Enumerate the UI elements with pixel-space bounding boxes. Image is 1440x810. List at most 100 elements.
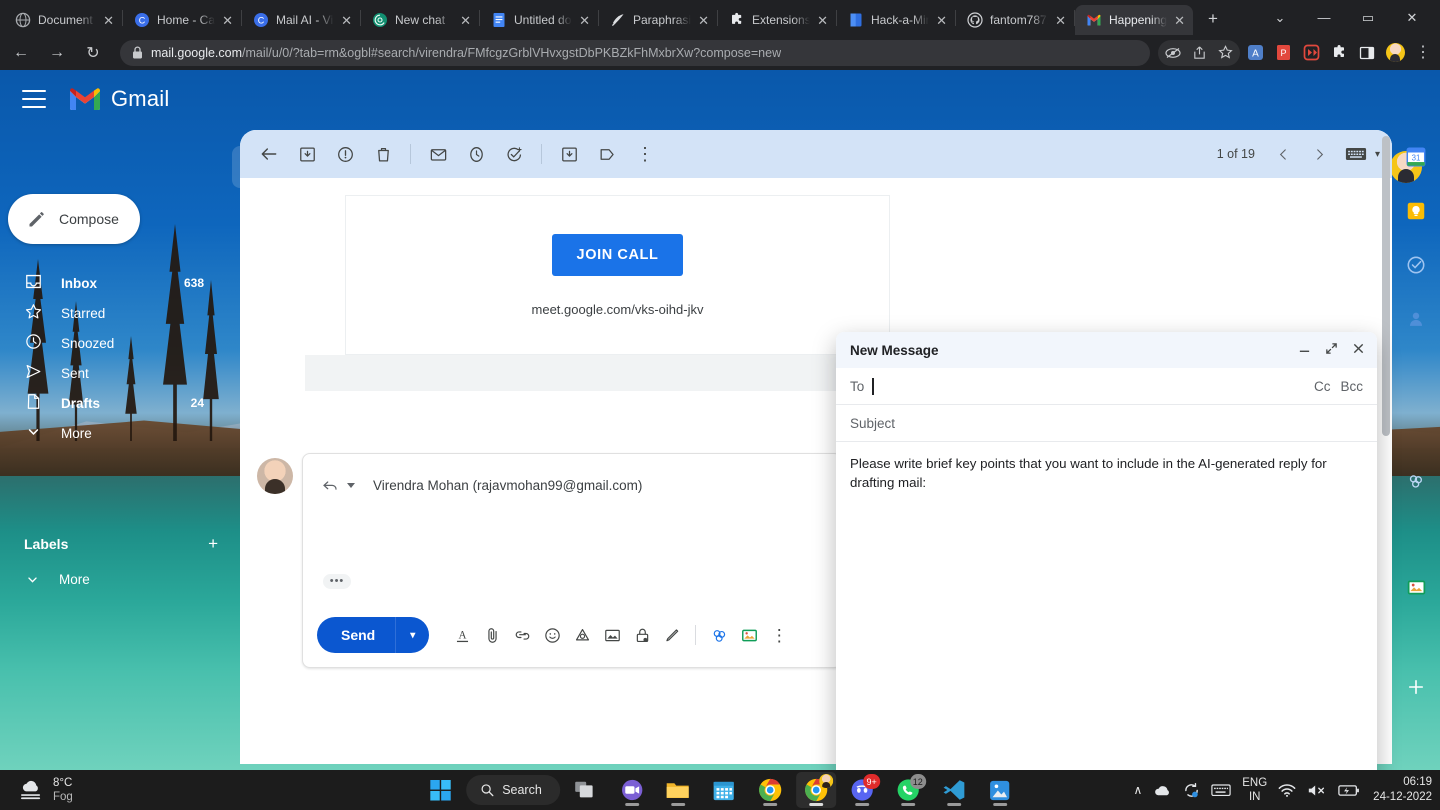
new-tab-button[interactable]: + xyxy=(1199,5,1227,33)
browser-tab[interactable]: Document ✕ xyxy=(4,5,122,35)
close-icon[interactable]: ✕ xyxy=(817,14,828,27)
browser-tab[interactable]: C Home - Car ✕ xyxy=(123,5,241,35)
insert-emoji-icon[interactable] xyxy=(537,620,567,650)
more-options-icon[interactable]: ⋮ xyxy=(764,620,794,650)
trash-icon[interactable] xyxy=(366,137,400,171)
addon-green-icon[interactable] xyxy=(734,620,764,650)
insert-link-icon[interactable] xyxy=(507,620,537,650)
profile-avatar-icon[interactable] xyxy=(1382,40,1408,66)
sidebar-item-snoozed[interactable]: Snoozed xyxy=(0,328,218,358)
gmail-logo[interactable]: Gmail xyxy=(68,86,169,112)
join-call-button[interactable]: JOIN CALL xyxy=(551,233,684,276)
close-icon[interactable]: ✕ xyxy=(1174,14,1185,27)
back-icon[interactable]: ← xyxy=(6,38,36,68)
close-icon[interactable]: ✕ xyxy=(698,14,709,27)
language-indicator[interactable]: ENG IN xyxy=(1242,776,1267,805)
discord-icon[interactable]: 9+ xyxy=(842,772,882,808)
close-icon[interactable]: ✕ xyxy=(579,14,590,27)
show-trimmed-content-button[interactable]: ••• xyxy=(323,574,351,589)
google-keep-icon[interactable] xyxy=(1392,184,1440,238)
mark-unread-icon[interactable] xyxy=(421,137,455,171)
minimize-icon[interactable] xyxy=(1298,342,1311,358)
google-contacts-icon[interactable] xyxy=(1392,292,1440,346)
compose-subject-row[interactable]: Subject xyxy=(836,405,1377,442)
close-icon[interactable]: ✕ xyxy=(936,14,947,27)
task-view-icon[interactable] xyxy=(566,772,606,808)
plus-icon[interactable]: + xyxy=(208,534,218,554)
close-icon[interactable]: ✕ xyxy=(222,14,233,27)
browser-tab[interactable]: fantom7872 ✕ xyxy=(956,5,1074,35)
addon-blue-icon[interactable] xyxy=(704,620,734,650)
close-icon[interactable] xyxy=(1352,342,1365,358)
photos-icon[interactable] xyxy=(980,772,1020,808)
sidebar-item-drafts[interactable]: Drafts 24 xyxy=(0,388,218,418)
browser-tab[interactable]: Paraphrasin ✕ xyxy=(599,5,717,35)
tray-chevron-up-icon[interactable]: ∧ xyxy=(1133,783,1142,797)
chrome-profile-icon[interactable] xyxy=(795,772,836,808)
incognito-eye-icon[interactable] xyxy=(1160,40,1186,66)
reply-recipient-row[interactable]: Virendra Mohan (rajavmohan99@gmail.com) xyxy=(303,454,841,494)
insert-drive-icon[interactable] xyxy=(567,620,597,650)
puzzle-icon[interactable] xyxy=(1326,40,1352,66)
chrome-icon[interactable] xyxy=(750,772,790,808)
calendar-icon[interactable] xyxy=(704,772,744,808)
reply-send-button[interactable]: Send ▾ xyxy=(317,617,430,653)
compose-cc-button[interactable]: Cc xyxy=(1314,379,1331,394)
text-format-icon[interactable]: A xyxy=(447,620,477,650)
close-icon[interactable]: ✕ xyxy=(103,14,114,27)
compose-to-row[interactable]: To Cc Bcc xyxy=(836,368,1377,405)
compose-bcc-button[interactable]: Bcc xyxy=(1340,379,1363,394)
video-downloader-icon[interactable] xyxy=(1298,40,1324,66)
file-explorer-icon[interactable] xyxy=(658,772,698,808)
keyboard-caret-icon[interactable]: ▾ xyxy=(1375,149,1380,160)
close-icon[interactable]: ✕ xyxy=(341,14,352,27)
attach-file-icon[interactable] xyxy=(477,620,507,650)
compose-button[interactable]: Compose xyxy=(8,194,140,244)
taskbar-weather-widget[interactable]: 8°C Fog xyxy=(18,776,73,805)
browser-tab[interactable]: C Mail AI - Vi ✕ xyxy=(242,5,360,35)
window-minimize-button[interactable]: — xyxy=(1302,3,1346,33)
add-to-tasks-icon[interactable] xyxy=(497,137,531,171)
keyboard-icon[interactable] xyxy=(1339,137,1373,171)
taskbar-search-button[interactable]: Search xyxy=(466,775,560,805)
snooze-clock-icon[interactable] xyxy=(459,137,493,171)
browser-tab[interactable]: New chat ✕ xyxy=(361,5,479,35)
back-arrow-icon[interactable] xyxy=(252,137,286,171)
onedrive-icon[interactable] xyxy=(1153,783,1172,797)
compose-body[interactable]: Please write brief key points that you w… xyxy=(836,442,1377,770)
tab-search-button[interactable]: ⌄ xyxy=(1258,3,1302,33)
chevron-right-icon[interactable] xyxy=(1303,137,1337,171)
sidebar-item-sent[interactable]: Sent xyxy=(0,358,218,388)
share-icon[interactable] xyxy=(1186,40,1212,66)
teams-icon[interactable] xyxy=(612,772,652,808)
report-spam-icon[interactable] xyxy=(328,137,362,171)
taskbar-clock[interactable]: 06:19 24-12-2022 xyxy=(1373,775,1432,805)
browser-tab[interactable]: Extensions ✕ xyxy=(718,5,836,35)
vscode-icon[interactable] xyxy=(934,772,974,808)
insert-photo-icon[interactable] xyxy=(597,620,627,650)
bookmark-star-icon[interactable] xyxy=(1212,40,1238,66)
kebab-menu-icon[interactable]: ⋮ xyxy=(1410,40,1436,66)
pdf-icon[interactable]: P xyxy=(1270,40,1296,66)
close-icon[interactable]: ✕ xyxy=(460,14,471,27)
tray-keyboard-icon[interactable] xyxy=(1211,783,1231,797)
popout-icon[interactable] xyxy=(1325,342,1338,358)
sidebar-item-more[interactable]: More xyxy=(0,418,218,448)
whatsapp-icon[interactable]: 12 xyxy=(888,772,928,808)
labels-more-item[interactable]: More xyxy=(24,571,90,588)
sidepanel-icon[interactable] xyxy=(1354,40,1380,66)
close-icon[interactable]: ✕ xyxy=(1055,14,1066,27)
reply-type-caret-icon[interactable] xyxy=(347,482,355,488)
label-icon[interactable] xyxy=(590,137,624,171)
move-to-icon[interactable] xyxy=(552,137,586,171)
wifi-icon[interactable] xyxy=(1278,783,1296,798)
grammarly-icon[interactable]: A xyxy=(1242,40,1268,66)
address-bar[interactable]: mail.google.com/mail/u/0/?tab=rm&ogbl#se… xyxy=(120,39,1150,66)
compose-title-bar[interactable]: New Message xyxy=(836,332,1377,368)
browser-tab[interactable]: Hack-a-Min ✕ xyxy=(837,5,955,35)
browser-tab[interactable]: Untitled do ✕ xyxy=(480,5,598,35)
reply-send-options-caret[interactable]: ▾ xyxy=(395,617,429,653)
browser-tab[interactable]: Happening ✕ xyxy=(1075,5,1193,35)
google-tasks-icon[interactable] xyxy=(1392,238,1440,292)
mail-pane-scrollbar[interactable] xyxy=(1382,136,1390,436)
